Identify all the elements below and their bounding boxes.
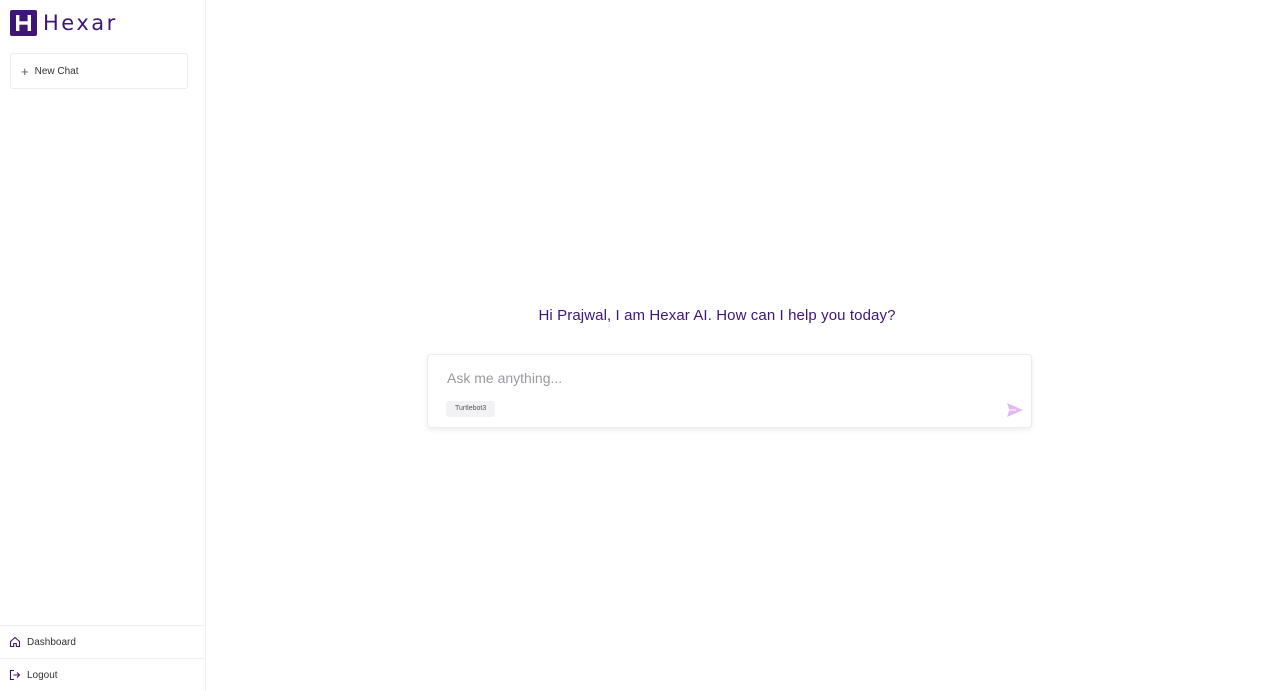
sidebar-item-dashboard[interactable]: Dashboard: [0, 625, 205, 658]
logout-label: Logout: [27, 669, 58, 681]
sidebar: Hexar + New Chat Dashboard Logout: [0, 0, 206, 691]
brand-name: Hexar: [43, 11, 118, 35]
logout-icon: [9, 669, 21, 681]
hexar-logo-icon: [10, 10, 37, 36]
sidebar-bottom-nav: Dashboard Logout: [0, 625, 205, 691]
sidebar-item-logout[interactable]: Logout: [0, 658, 205, 691]
app-root: Hexar + New Chat Dashboard Logout Hi Pra…: [0, 0, 1279, 691]
home-icon: [9, 636, 21, 648]
greeting-message: Hi Prajwal, I am Hexar AI. How can I hel…: [538, 307, 896, 324]
brand-logo[interactable]: Hexar: [10, 10, 118, 36]
context-chip-turtlebot3[interactable]: Turtlebot3: [446, 401, 496, 417]
send-button[interactable]: [1006, 402, 1024, 418]
chat-composer: Turtlebot3: [427, 354, 1032, 428]
plus-icon: +: [21, 63, 29, 79]
new-chat-label: New Chat: [34, 65, 79, 77]
dashboard-label: Dashboard: [27, 636, 76, 648]
send-icon: [1007, 403, 1023, 417]
new-chat-button[interactable]: + New Chat: [10, 53, 188, 89]
chat-input[interactable]: [447, 367, 967, 389]
